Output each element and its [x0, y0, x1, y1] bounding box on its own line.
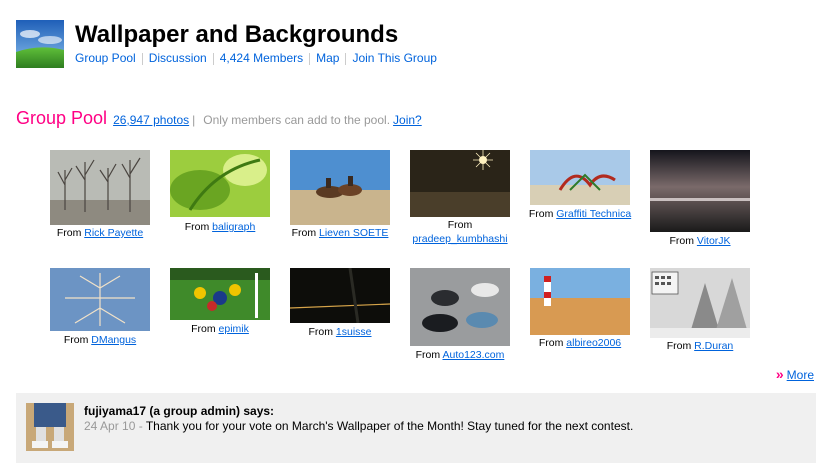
photo-author-link[interactable]: pradeep_kumbhashi — [412, 233, 507, 245]
nav-divider — [309, 52, 311, 65]
more-photos: » More — [776, 366, 814, 382]
discussion-post: fujiyama17 (a group admin) says: 24 Apr … — [16, 393, 816, 463]
photo-caption: From Rick Payette — [56, 227, 144, 239]
photo-caption: From Auto123.com — [415, 349, 505, 361]
nav-divider — [212, 52, 214, 65]
photo-author-link[interactable]: epimik — [219, 323, 249, 335]
nav-map[interactable]: Map — [316, 51, 339, 65]
photo-author-link[interactable]: VitorJK — [697, 235, 731, 247]
photo-author-link[interactable]: baligraph — [212, 221, 255, 233]
photo-thumbnail[interactable] — [650, 150, 750, 232]
nav-divider — [141, 52, 143, 65]
pool-photo-count-link[interactable]: 26,947 photos — [113, 113, 189, 127]
photo-caption: From pradeep_kumbhashi — [412, 219, 508, 245]
photo-author-link[interactable]: albireo2006 — [566, 337, 621, 349]
photo-thumbnail[interactable] — [650, 268, 750, 338]
photo-thumbnail[interactable] — [170, 268, 270, 320]
photo-thumbnail[interactable] — [410, 268, 510, 346]
photo-thumbnail[interactable] — [50, 268, 150, 331]
photo-caption: From VitorJK — [669, 235, 731, 247]
photo-caption: From R.Duran — [666, 340, 734, 352]
nav-members[interactable]: 4,424 Members — [220, 51, 303, 65]
pool-heading: Group Pool 26,947 photos | Only members can… — [16, 108, 422, 129]
nav-group-pool[interactable]: Group Pool — [75, 51, 136, 65]
photo-author-link[interactable]: Rick Payette — [84, 227, 143, 239]
pool-note: Only members can add to the pool. — [203, 113, 391, 127]
pool-separator: | — [192, 113, 196, 127]
more-link[interactable]: More — [787, 368, 814, 382]
avatar[interactable] — [26, 403, 74, 451]
photo-thumbnail[interactable] — [290, 268, 390, 323]
photo-author-link[interactable]: 1suisse — [336, 326, 372, 338]
photo-thumbnail[interactable] — [530, 150, 630, 205]
photo-thumbnail[interactable] — [530, 268, 630, 335]
photo-caption: From DMangus — [63, 334, 137, 346]
group-icon[interactable] — [16, 20, 64, 68]
photo-caption: From Lieven SOETE — [291, 227, 389, 239]
photo-thumbnail[interactable] — [410, 150, 510, 217]
group-title: Wallpaper and Backgrounds — [75, 21, 399, 48]
group-nav: Group Pool Discussion 4,424 Members Map Join… — [75, 51, 437, 65]
pool-title: Group Pool — [16, 108, 108, 128]
post-author: fujiyama17 (a group admin) says: — [84, 404, 275, 418]
photo-caption: From albireo2006 — [538, 337, 622, 349]
nav-join-group[interactable]: Join This Group — [352, 51, 437, 65]
nav-discussion[interactable]: Discussion — [149, 51, 207, 65]
photo-caption: From baligraph — [184, 221, 256, 233]
photo-caption: From epimik — [191, 323, 249, 335]
photo-thumbnail[interactable] — [50, 150, 150, 225]
photo-caption: From 1suisse — [308, 326, 372, 338]
photo-author-link[interactable]: Auto123.com — [442, 349, 504, 361]
photo-caption: From Graffiti Technica — [528, 208, 632, 220]
photo-author-link[interactable]: Lieven SOETE — [319, 227, 388, 239]
pool-join-link[interactable]: Join? — [393, 113, 422, 127]
photo-author-link[interactable]: Graffiti Technica — [556, 208, 631, 220]
post-line: 24 Apr 10 - Thank you for your vote on M… — [84, 419, 633, 433]
post-date: 24 Apr 10 - — [84, 419, 143, 433]
double-chevron-right-icon: » — [775, 366, 784, 382]
photo-thumbnail[interactable] — [170, 150, 270, 217]
photo-thumbnail[interactable] — [290, 150, 390, 225]
photo-author-link[interactable]: DMangus — [91, 334, 136, 346]
photo-author-link[interactable]: R.Duran — [694, 340, 733, 352]
nav-divider — [345, 52, 347, 65]
post-message: Thank you for your vote on March's Wallp… — [145, 419, 634, 433]
